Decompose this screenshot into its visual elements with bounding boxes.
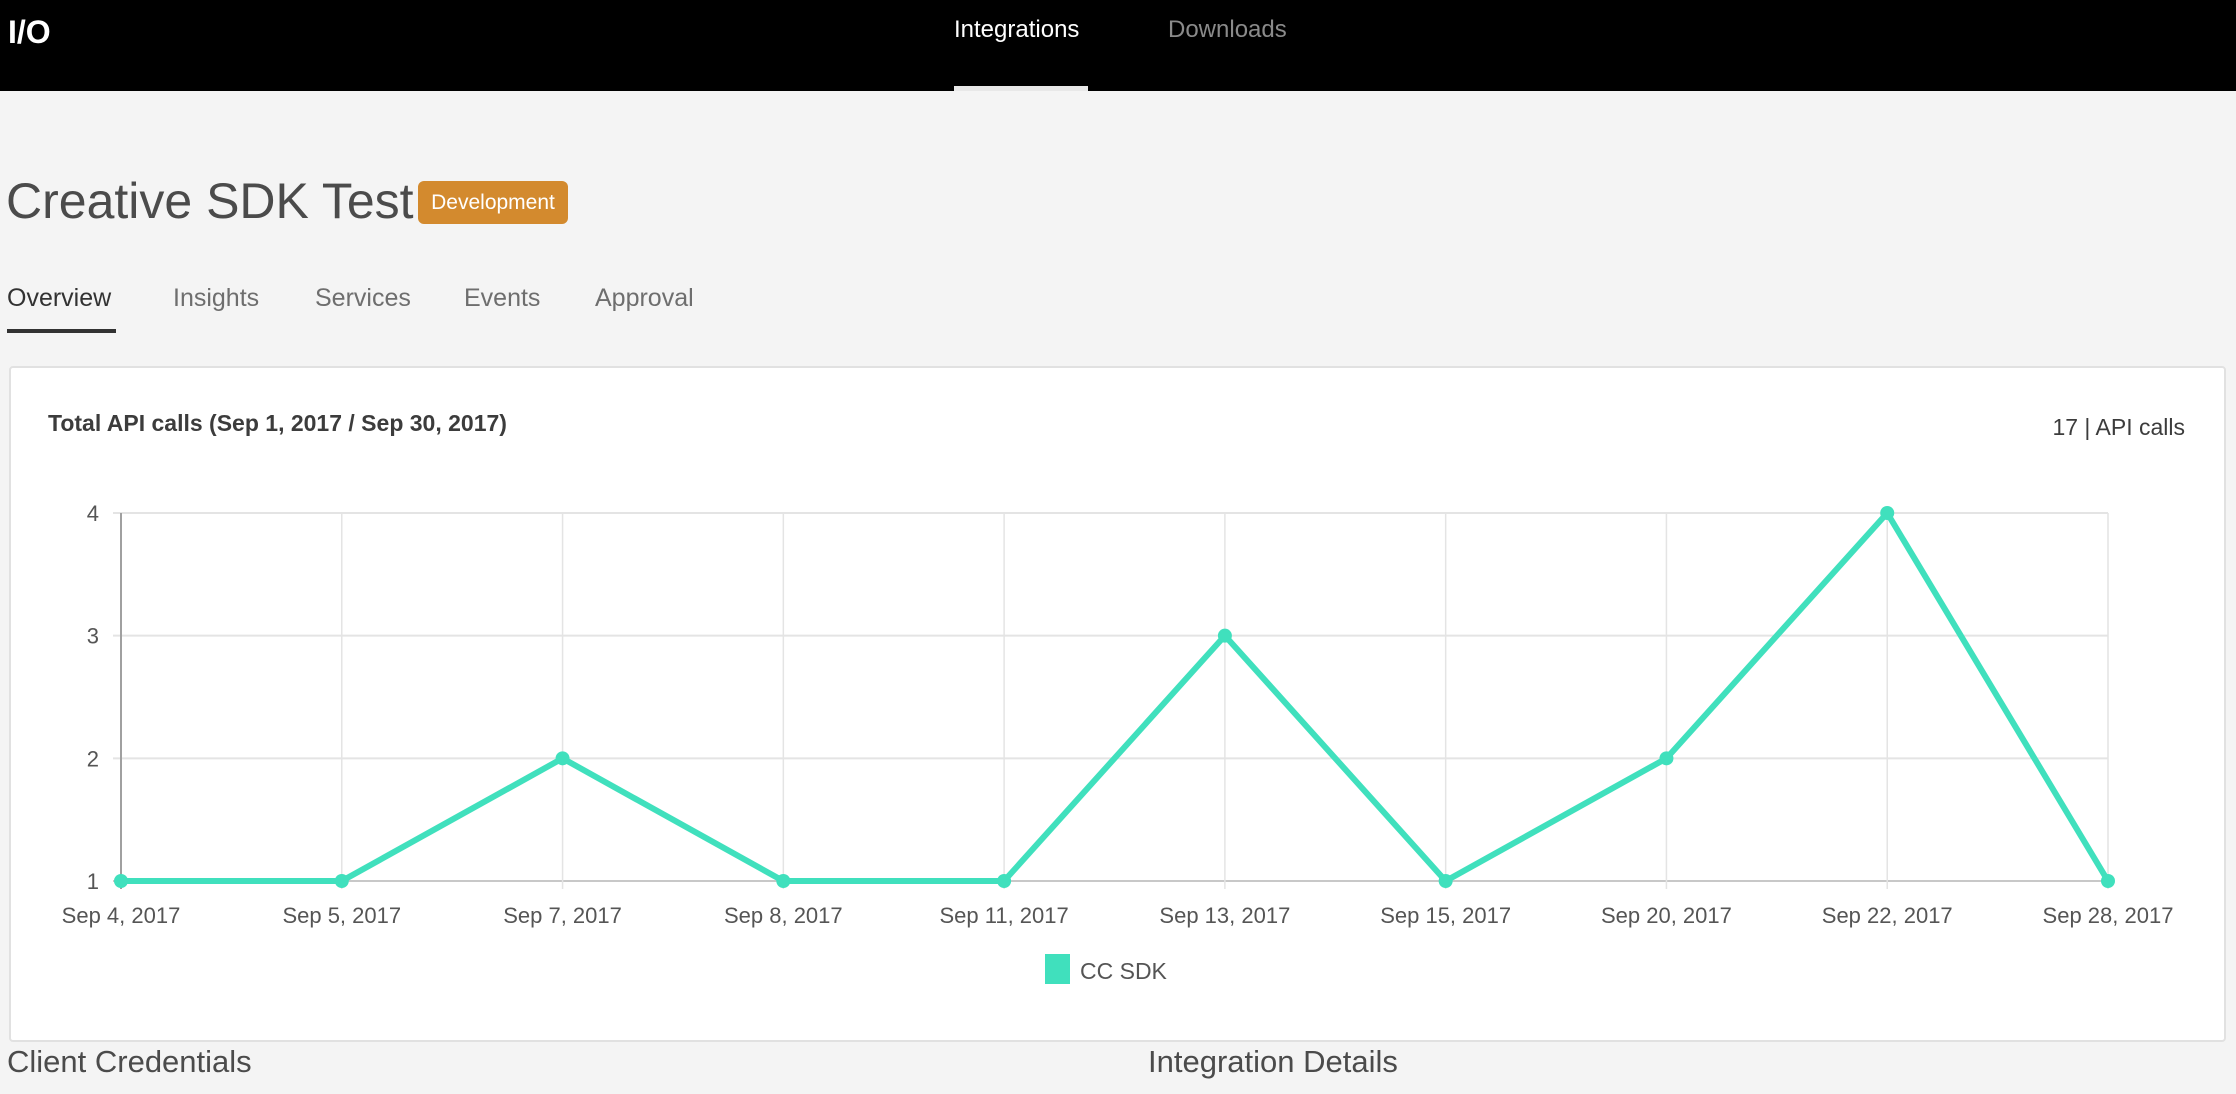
data-point: [1217, 628, 1232, 643]
y-tick-label: 1: [87, 869, 99, 894]
x-tick-label: Sep 28, 2017: [2043, 903, 2174, 928]
data-point: [2101, 874, 2115, 888]
data-point: [776, 874, 791, 888]
y-tick-label: 3: [87, 624, 99, 649]
data-point: [555, 751, 570, 766]
y-tick-label: 4: [87, 501, 99, 526]
y-tick-label: 2: [87, 746, 99, 771]
x-tick-label: Sep 7, 2017: [503, 903, 622, 928]
data-point: [1880, 506, 1895, 520]
data-point: [1659, 751, 1674, 766]
integration-details-heading: Integration Details: [1148, 1044, 1398, 1079]
x-tick-label: Sep 11, 2017: [939, 903, 1068, 928]
data-point: [334, 874, 349, 888]
legend-swatch: [1045, 954, 1070, 984]
x-tick-label: Sep 4, 2017: [62, 903, 181, 928]
x-tick-label: Sep 5, 2017: [282, 903, 401, 928]
api-calls-chart: 1 2 3 4 Sep 4, 2017 Sep 5, 2017 Sep 7, 2017 Sep…: [62, 501, 2174, 984]
x-tick-label: Sep 20, 2017: [1601, 903, 1732, 928]
data-point: [114, 874, 128, 888]
data-point: [997, 874, 1012, 888]
x-tick-label: Sep 13, 2017: [1159, 903, 1290, 928]
x-tick-label: Sep 15, 2017: [1380, 903, 1511, 928]
x-tick-label: Sep 8, 2017: [724, 903, 843, 928]
client-credentials-heading: Client Credentials: [7, 1044, 252, 1079]
data-point: [1438, 874, 1453, 888]
legend-label: CC SDK: [1080, 958, 1168, 984]
series-line: [121, 510, 2111, 884]
x-tick-label: Sep 22, 2017: [1822, 903, 1953, 928]
